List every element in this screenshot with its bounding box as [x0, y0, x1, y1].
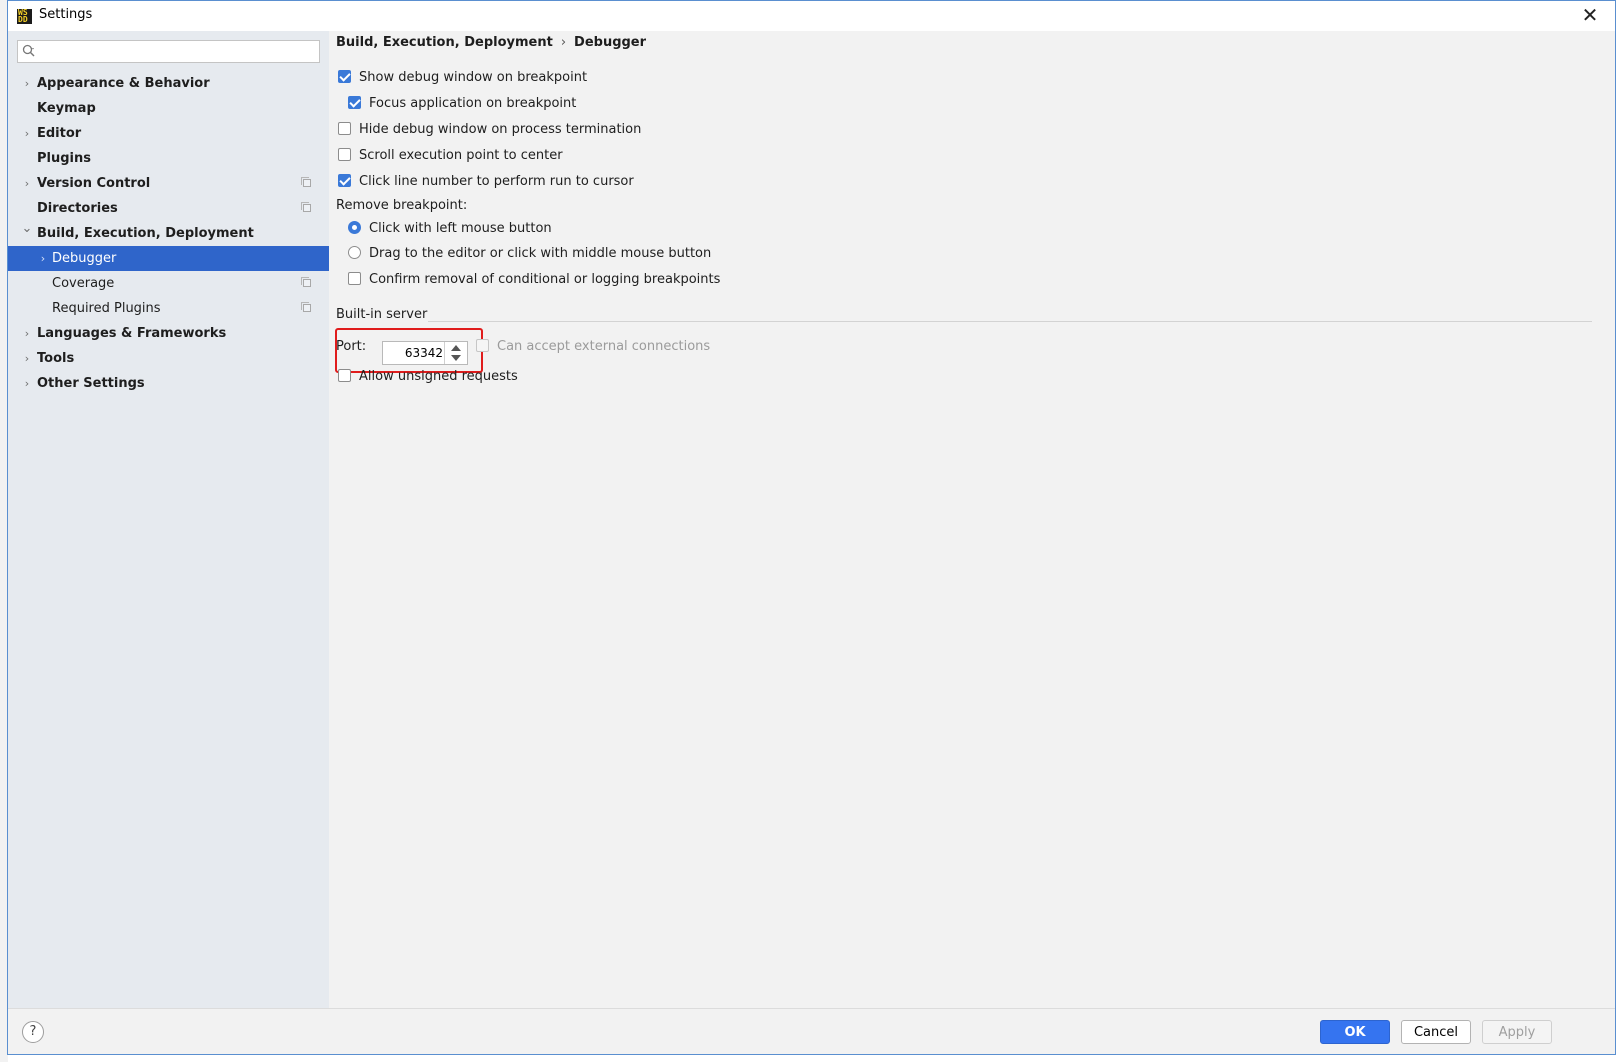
dialog-footer: ? OK Cancel Apply [8, 1008, 1615, 1054]
search-icon [22, 44, 35, 57]
sidebar-item-tools[interactable]: › Tools [8, 346, 329, 371]
apply-button[interactable]: Apply [1482, 1020, 1552, 1044]
allow-unsigned-checkbox[interactable] [338, 369, 351, 382]
sidebar-item-editor[interactable]: › Editor [8, 121, 329, 146]
external-connections-label: Can accept external connections [497, 339, 711, 354]
breadcrumb-current: Debugger [574, 35, 647, 50]
port-spinner[interactable] [382, 341, 468, 365]
hide-debug-window-label: Hide debug window on process termination [359, 122, 642, 137]
breadcrumb: Build, Execution, Deployment › Debugger [336, 35, 646, 50]
hide-debug-window-option[interactable]: Hide debug window on process termination [338, 120, 641, 140]
allow-unsigned-option[interactable]: Allow unsigned requests [338, 367, 518, 387]
allow-unsigned-label: Allow unsigned requests [359, 369, 518, 384]
title-bar: WS DD Settings ✕ [8, 1, 1615, 31]
sidebar-item-appearance-behavior[interactable]: › Appearance & Behavior [8, 71, 329, 96]
settings-dialog: WS DD Settings ✕ › Appearance & Behavior K… [7, 0, 1616, 1055]
project-level-icon [301, 302, 311, 312]
chevron-right-icon[interactable]: › [21, 71, 33, 96]
sidebar-item-label: Other Settings [37, 376, 145, 391]
remove-drag-option[interactable]: Drag to the editor or click with middle … [348, 244, 711, 264]
hide-debug-window-checkbox[interactable] [338, 122, 351, 135]
confirm-removal-option[interactable]: Confirm removal of conditional or loggin… [348, 270, 720, 290]
sidebar-item-coverage[interactable]: Coverage [8, 271, 329, 296]
sidebar-item-label: Directories [37, 201, 118, 216]
sidebar-item-label: Coverage [52, 276, 115, 291]
project-level-icon [301, 277, 311, 287]
ok-button[interactable]: OK [1320, 1020, 1390, 1044]
chevron-right-icon[interactable]: › [21, 346, 33, 371]
close-icon[interactable]: ✕ [1579, 5, 1601, 27]
chevron-right-icon[interactable]: › [21, 371, 33, 396]
scroll-execution-point-option[interactable]: Scroll execution point to center [338, 146, 563, 166]
remove-drag-label: Drag to the editor or click with middle … [369, 246, 712, 261]
sidebar-item-other-settings[interactable]: › Other Settings [8, 371, 329, 396]
outer-right-edge [1616, 0, 1620, 1062]
project-level-icon [301, 177, 311, 187]
breadcrumb-parent[interactable]: Build, Execution, Deployment [336, 35, 553, 50]
sidebar-item-label: Editor [37, 126, 82, 141]
sidebar-item-build-execution-deployment[interactable]: ⌄ Build, Execution, Deployment [8, 221, 329, 246]
sidebar-item-version-control[interactable]: › Version Control [8, 171, 329, 196]
remove-left-click-option[interactable]: Click with left mouse button [348, 219, 552, 239]
focus-application-option[interactable]: Focus application on breakpoint [348, 94, 576, 114]
focus-application-label: Focus application on breakpoint [369, 96, 577, 111]
builtin-server-section-title: Built-in server [336, 307, 428, 322]
port-spinner-arrows[interactable] [444, 342, 467, 364]
help-icon[interactable]: ? [22, 1021, 44, 1043]
scroll-execution-point-checkbox[interactable] [338, 148, 351, 161]
sidebar-item-directories[interactable]: Directories [8, 196, 329, 221]
chevron-right-icon[interactable]: › [21, 171, 33, 196]
cancel-button[interactable]: Cancel [1401, 1020, 1471, 1044]
sidebar-item-label: Version Control [37, 176, 151, 191]
port-label: Port: [336, 339, 367, 354]
chevron-down-icon[interactable]: ⌄ [21, 216, 33, 241]
scroll-execution-point-label: Scroll execution point to center [359, 148, 563, 163]
click-line-number-label: Click line number to perform run to curs… [359, 174, 634, 189]
section-divider [428, 321, 1592, 322]
show-debug-window-option[interactable]: Show debug window on breakpoint [338, 68, 587, 88]
remove-drag-radio[interactable] [348, 246, 361, 259]
sidebar-item-keymap[interactable]: Keymap [8, 96, 329, 121]
focus-application-checkbox[interactable] [348, 96, 361, 109]
sidebar-item-languages-frameworks[interactable]: › Languages & Frameworks [8, 321, 329, 346]
chevron-right-icon[interactable]: › [21, 321, 33, 346]
click-line-number-checkbox[interactable] [338, 174, 351, 187]
show-debug-window-label: Show debug window on breakpoint [359, 70, 588, 85]
remove-breakpoint-label: Remove breakpoint: [336, 198, 468, 213]
window-title: Settings [39, 7, 93, 22]
remove-left-click-radio[interactable] [348, 221, 361, 234]
sidebar-item-label: Build, Execution, Deployment [37, 226, 254, 241]
show-debug-window-checkbox[interactable] [338, 70, 351, 83]
sidebar-item-label: Tools [37, 351, 75, 366]
webstorm-app-icon: WS DD [17, 9, 32, 24]
sidebar-item-label: Languages & Frameworks [37, 326, 227, 341]
chevron-right-icon[interactable]: › [37, 246, 49, 271]
sidebar-item-label: Plugins [37, 151, 91, 166]
chevron-right-icon[interactable]: › [21, 121, 33, 146]
external-connections-option[interactable]: Can accept external connections [476, 337, 710, 357]
app-icon-text-bottom: DD [18, 15, 28, 24]
remove-left-click-label: Click with left mouse button [369, 221, 552, 236]
sidebar-item-required-plugins[interactable]: Required Plugins [8, 296, 329, 321]
spinner-down-icon[interactable] [451, 355, 461, 361]
settings-tree: › Appearance & Behavior Keymap › Editor Plugi… [8, 71, 329, 396]
sidebar-item-label: Debugger [52, 251, 117, 266]
sidebar-item-label: Appearance & Behavior [37, 76, 210, 91]
sidebar-item-label: Keymap [37, 101, 96, 116]
breadcrumb-separator: › [560, 35, 567, 50]
spinner-up-icon[interactable] [451, 345, 461, 351]
port-input[interactable] [387, 344, 443, 362]
settings-sidebar: › Appearance & Behavior Keymap › Editor Plugi… [8, 31, 329, 1008]
confirm-removal-checkbox[interactable] [348, 272, 361, 285]
click-line-number-option[interactable]: Click line number to perform run to curs… [338, 172, 634, 192]
project-level-icon [301, 202, 311, 212]
search-box[interactable] [17, 40, 320, 63]
sidebar-item-debugger[interactable]: › Debugger [8, 246, 329, 271]
external-connections-checkbox[interactable] [476, 339, 489, 352]
search-input[interactable] [42, 43, 316, 62]
sidebar-item-label: Required Plugins [52, 301, 161, 316]
sidebar-item-plugins[interactable]: Plugins [8, 146, 329, 171]
confirm-removal-label: Confirm removal of conditional or loggin… [369, 272, 721, 287]
